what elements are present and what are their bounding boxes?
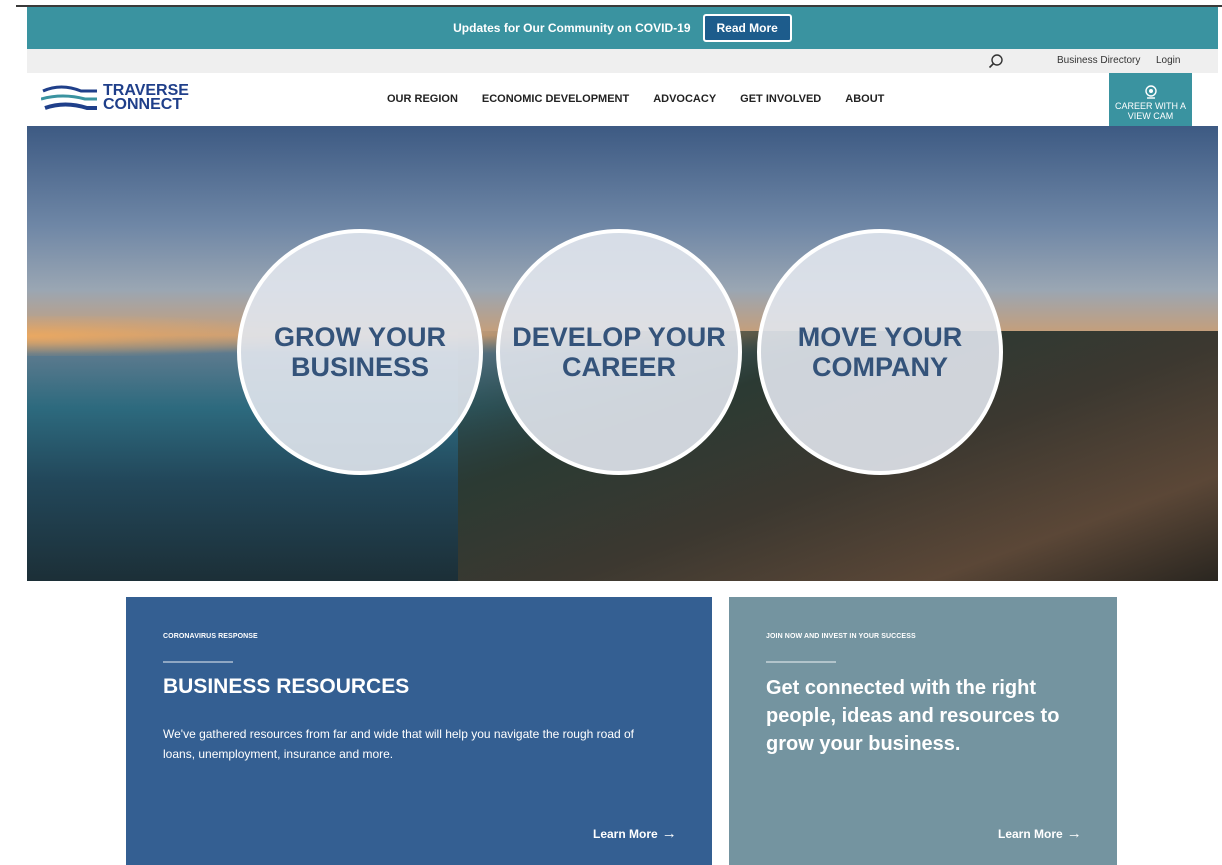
grow-your-business-circle[interactable]: GROW YOUR BUSINESS (237, 229, 483, 475)
logo-wordmark: TRAVERSE CONNECT (103, 83, 189, 113)
panel-heading: Get connected with the right people, ide… (766, 677, 1060, 755)
circle-label: GROW YOUR BUSINESS (274, 322, 446, 382)
circle-label: MOVE YOUR COMPANY (798, 322, 963, 382)
circle-line1: DEVELOP YOUR (512, 322, 726, 352)
logo-wave-icon (40, 85, 97, 110)
nav-item-our-region[interactable]: OUR REGION (387, 93, 458, 105)
arrow-right-icon: → (661, 825, 677, 842)
logo-line2: CONNECT (103, 96, 183, 113)
circle-line1: GROW YOUR (273, 322, 446, 352)
arrow-right-icon: → (1066, 825, 1082, 842)
panel-eyebrow: CORONAVIRUS RESPONSE (163, 633, 258, 640)
nav-item-about[interactable]: ABOUT (845, 93, 884, 105)
business-resources-panel: CORONAVIRUS RESPONSE BUSINESS RESOURCES … (126, 597, 712, 865)
search-icon[interactable] (987, 53, 1005, 71)
career-label-line2: VIEW CAM (1127, 111, 1174, 121)
learn-more-link[interactable]: Learn More → (998, 825, 1082, 842)
move-your-company-circle[interactable]: MOVE YOUR COMPANY (757, 229, 1003, 475)
covid-alert-bar: Updates for Our Community on COVID-19 Re… (27, 7, 1218, 49)
camera-icon (1144, 85, 1157, 99)
join-now-panel: JOIN NOW AND INVEST IN YOUR SUCCESS Get … (729, 597, 1117, 865)
nav-item-advocacy[interactable]: ADVOCACY (653, 93, 716, 105)
login-link[interactable]: Login (1156, 55, 1180, 66)
career-label-line1: CAREER WITH A (1114, 101, 1186, 111)
circle-line2: CAREER (561, 352, 676, 382)
business-directory-link[interactable]: Business Directory (1057, 55, 1140, 66)
utility-bar: Business Directory Login (27, 49, 1218, 73)
page: Updates for Our Community on COVID-19 Re… (0, 0, 1222, 865)
circle-line2: COMPANY (811, 352, 948, 382)
panel-body: We've gathered resources from far and wi… (163, 727, 635, 761)
nav-links: OUR REGION ECONOMIC DEVELOPMENT ADVOCACY… (387, 93, 884, 105)
hero-banner: GROW YOUR BUSINESS DEVELOP YOUR CAREER M… (27, 126, 1218, 581)
main-nav: TRAVERSE CONNECT OUR REGION ECONOMIC DEV… (27, 73, 1218, 134)
circle-label: DEVELOP YOUR CAREER (512, 322, 726, 382)
nav-item-get-involved[interactable]: GET INVOLVED (740, 93, 821, 105)
panel-heading: BUSINESS RESOURCES (163, 675, 410, 698)
circle-line1: MOVE YOUR (797, 322, 963, 352)
read-more-button[interactable]: Read More (702, 14, 792, 42)
panel-divider (163, 661, 233, 663)
circle-line2: BUSINESS (290, 352, 430, 382)
learn-more-label: Learn More (593, 826, 658, 841)
panel-divider (766, 661, 836, 663)
career-with-a-view-cam-button[interactable]: CAREER WITH A VIEW CAM (1109, 73, 1192, 134)
develop-your-career-circle[interactable]: DEVELOP YOUR CAREER (496, 229, 742, 475)
learn-more-label: Learn More (998, 826, 1063, 841)
alert-text: Updates for Our Community on COVID-19 (453, 21, 691, 35)
nav-item-economic-development[interactable]: ECONOMIC DEVELOPMENT (482, 93, 629, 105)
traverse-connect-logo[interactable]: TRAVERSE CONNECT (40, 81, 191, 121)
learn-more-link[interactable]: Learn More → (593, 825, 677, 842)
panel-eyebrow: JOIN NOW AND INVEST IN YOUR SUCCESS (766, 633, 916, 640)
